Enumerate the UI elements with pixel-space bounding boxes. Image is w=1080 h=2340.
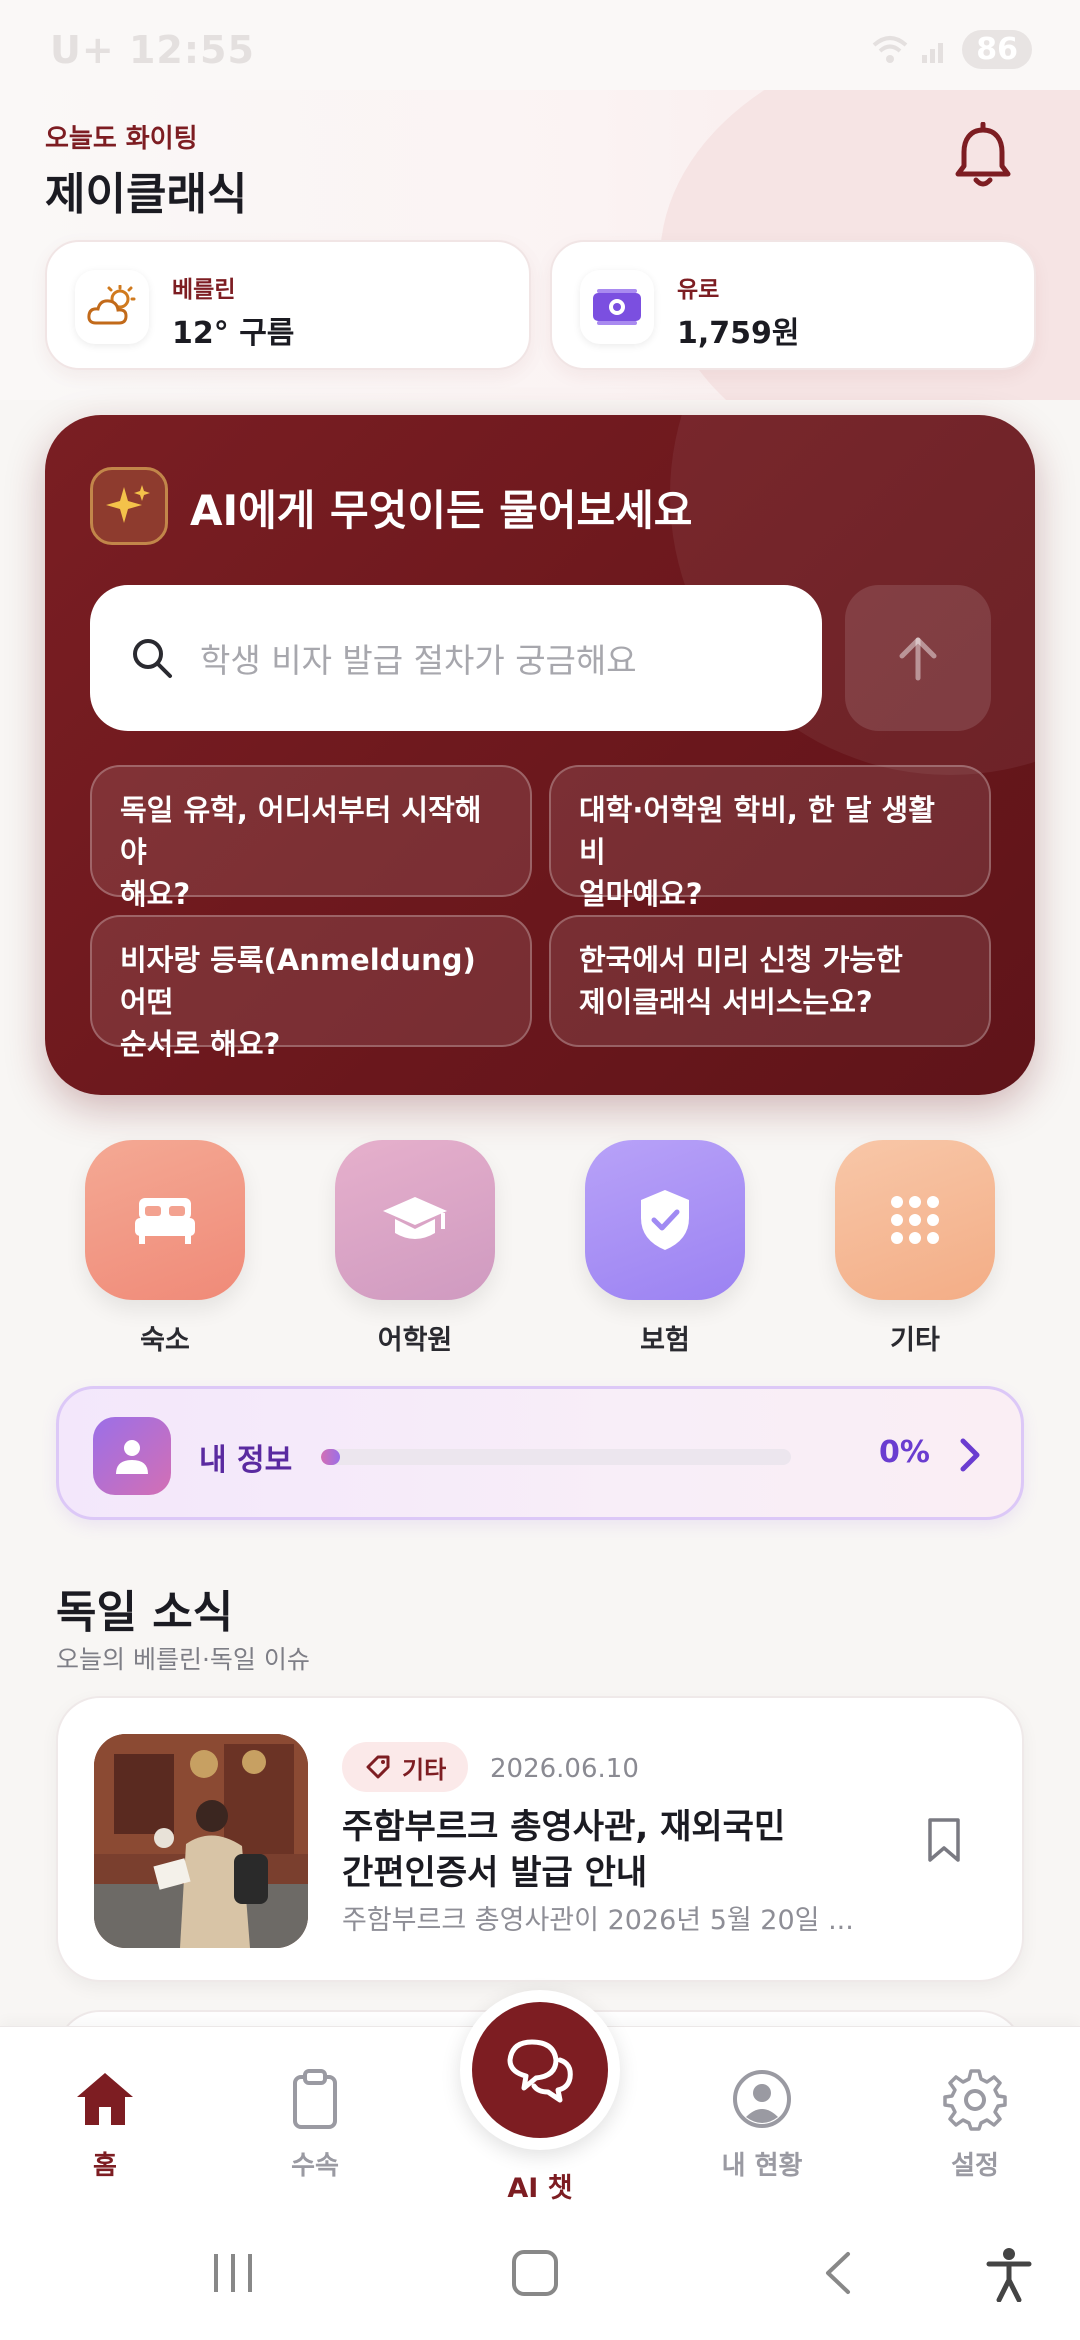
- user-circle-icon: [733, 2070, 791, 2128]
- suggestion-line: 독일 유학, 어디서부터 시작해야: [120, 793, 482, 869]
- carrier-label: U+: [50, 28, 115, 72]
- quick-menu-insurance[interactable]: 보험: [585, 1140, 745, 1357]
- category-tag: 기타: [342, 1742, 469, 1792]
- money-icon: [580, 270, 654, 344]
- nav-label: 홈: [93, 2151, 117, 2181]
- currency-name: 유로: [677, 277, 720, 303]
- weather-cloud-sun-icon: [75, 270, 149, 344]
- bed-icon: [85, 1140, 245, 1300]
- graduation-cap-icon: [335, 1140, 495, 1300]
- quick-menu-label: 어학원: [377, 1325, 453, 1356]
- currency-value: 1,759원: [677, 316, 800, 351]
- grid-icon: [835, 1140, 995, 1300]
- nav-settings[interactable]: 설정: [895, 2067, 1055, 2182]
- news-date: 2026.06.10: [490, 1754, 639, 1784]
- ai-card-title: AI에게 무엇이든 물어보세요: [190, 486, 693, 535]
- app-title: 제이클래식: [45, 169, 248, 220]
- exchange-rate-card[interactable]: 유로 1,759원: [550, 240, 1036, 370]
- weather-card[interactable]: 베를린 12° 구름: [45, 240, 531, 370]
- suggestion-chip[interactable]: 비자랑 등록(Anmeldung) 어떤 순서로 해요?: [90, 915, 532, 1061]
- status-time: U+ 12:55: [50, 28, 255, 72]
- weather-city: 베를린: [172, 277, 236, 303]
- battery-indicator: 86: [962, 30, 1032, 69]
- quick-menu-language-school[interactable]: 어학원: [335, 1140, 495, 1357]
- nav-procedures[interactable]: 수속: [235, 2067, 395, 2182]
- news-snippet: 주함부르크 총영사관이 2026년 5월 20일 ...: [342, 1905, 854, 1936]
- signal-icon: [922, 42, 944, 63]
- progress-percent: 0%: [879, 1435, 930, 1470]
- news-section-subtitle: 오늘의 베를린·독일 이슈: [56, 1645, 310, 1674]
- news-headline: 주함부르크 총영사관, 재외국민 간편인증서 발급 안내: [342, 1804, 812, 1896]
- ai-question-input[interactable]: 학생 비자 발급 절차가 궁금해요: [90, 585, 822, 731]
- back-icon[interactable]: [820, 2250, 856, 2296]
- nav-label: 수속: [291, 2151, 339, 2181]
- quick-menu-accommodation[interactable]: 숙소: [85, 1140, 245, 1357]
- suggestion-line: 비자랑 등록(Anmeldung) 어떤: [120, 943, 476, 1019]
- home-button-icon[interactable]: [510, 2248, 560, 2298]
- nav-my-status[interactable]: 내 현황: [682, 2067, 842, 2182]
- suggestion-line: 순서로 해요?: [120, 1027, 281, 1061]
- quick-menu-label: 숙소: [140, 1325, 190, 1356]
- suggestion-line: 대학·어학원 학비, 한 달 생활비: [579, 793, 935, 869]
- suggestion-line: 얼마예요?: [579, 877, 703, 911]
- sparkle-icon: [90, 467, 168, 545]
- bookmark-icon[interactable]: [926, 1816, 962, 1868]
- tag-icon: [366, 1755, 390, 1779]
- arrow-up-icon: [899, 637, 937, 681]
- home-icon: [77, 2073, 133, 2125]
- accessibility-icon[interactable]: [985, 2246, 1033, 2302]
- suggestion-chip[interactable]: 한국에서 미리 신청 가능한 제이클래식 서비스는요?: [549, 915, 991, 1047]
- quick-menu-other[interactable]: 기타: [835, 1140, 995, 1357]
- news-section-title: 독일 소식: [56, 1587, 234, 1638]
- gear-icon: [943, 2069, 1007, 2131]
- wifi-icon: [872, 35, 908, 63]
- greeting-text: 오늘도 화이팅: [45, 124, 198, 154]
- clipboard-icon: [293, 2069, 337, 2129]
- notification-bell-icon[interactable]: [952, 121, 1014, 192]
- shield-check-icon: [585, 1140, 745, 1300]
- progress-fill: [321, 1449, 340, 1465]
- status-icons: 86: [872, 30, 1032, 69]
- suggestion-line: 한국에서 미리 신청 가능한: [579, 943, 903, 977]
- time-label: 12:55: [128, 28, 255, 72]
- suggestion-line: 해요?: [120, 877, 191, 911]
- system-navigation-bar: [0, 2206, 1080, 2340]
- search-icon: [133, 639, 172, 678]
- status-bar: U+ 12:55 86: [0, 0, 1080, 90]
- nav-label: 내 현황: [721, 2151, 803, 2181]
- ai-input-placeholder: 학생 비자 발급 절차가 궁금해요: [200, 641, 637, 680]
- nav-home[interactable]: 홈: [25, 2067, 185, 2182]
- chevron-right-icon: [955, 1433, 985, 1481]
- profile-progress-bar: [321, 1449, 791, 1465]
- news-card[interactable]: 기타 2026.06.10 주함부르크 총영사관, 재외국민 간편인증서 발급 …: [56, 1696, 1024, 1982]
- headline-line: 주함부르크 총영사관, 재외국민: [342, 1807, 786, 1847]
- my-info-label: 내 정보: [199, 1443, 293, 1478]
- category-tag-label: 기타: [402, 1755, 447, 1784]
- user-icon: [93, 1417, 171, 1495]
- quick-menu-label: 기타: [890, 1325, 940, 1356]
- suggestion-chip[interactable]: 대학·어학원 학비, 한 달 생활비 얼마예요?: [549, 765, 991, 911]
- headline-line: 간편인증서 발급 안내: [342, 1853, 648, 1893]
- ai-chat-button[interactable]: [460, 1990, 620, 2150]
- suggestion-chip[interactable]: 독일 유학, 어디서부터 시작해야 해요?: [90, 765, 532, 911]
- nav-label: 설정: [951, 2151, 999, 2181]
- send-button[interactable]: [845, 585, 991, 731]
- suggestion-line: 제이클래식 서비스는요?: [579, 985, 873, 1019]
- news-thumbnail: [94, 1734, 308, 1948]
- weather-value: 12° 구름: [172, 316, 295, 351]
- quick-menu-label: 보험: [640, 1325, 690, 1356]
- ai-assistant-card: AI에게 무엇이든 물어보세요 학생 비자 발급 절차가 궁금해요 독일 유학,…: [45, 415, 1035, 1095]
- ai-chat-label: AI 챗: [507, 2173, 573, 2204]
- chat-bubbles-icon: [472, 2002, 608, 2138]
- my-info-bar[interactable]: 내 정보 0%: [56, 1386, 1024, 1520]
- recent-apps-icon[interactable]: [208, 2250, 258, 2296]
